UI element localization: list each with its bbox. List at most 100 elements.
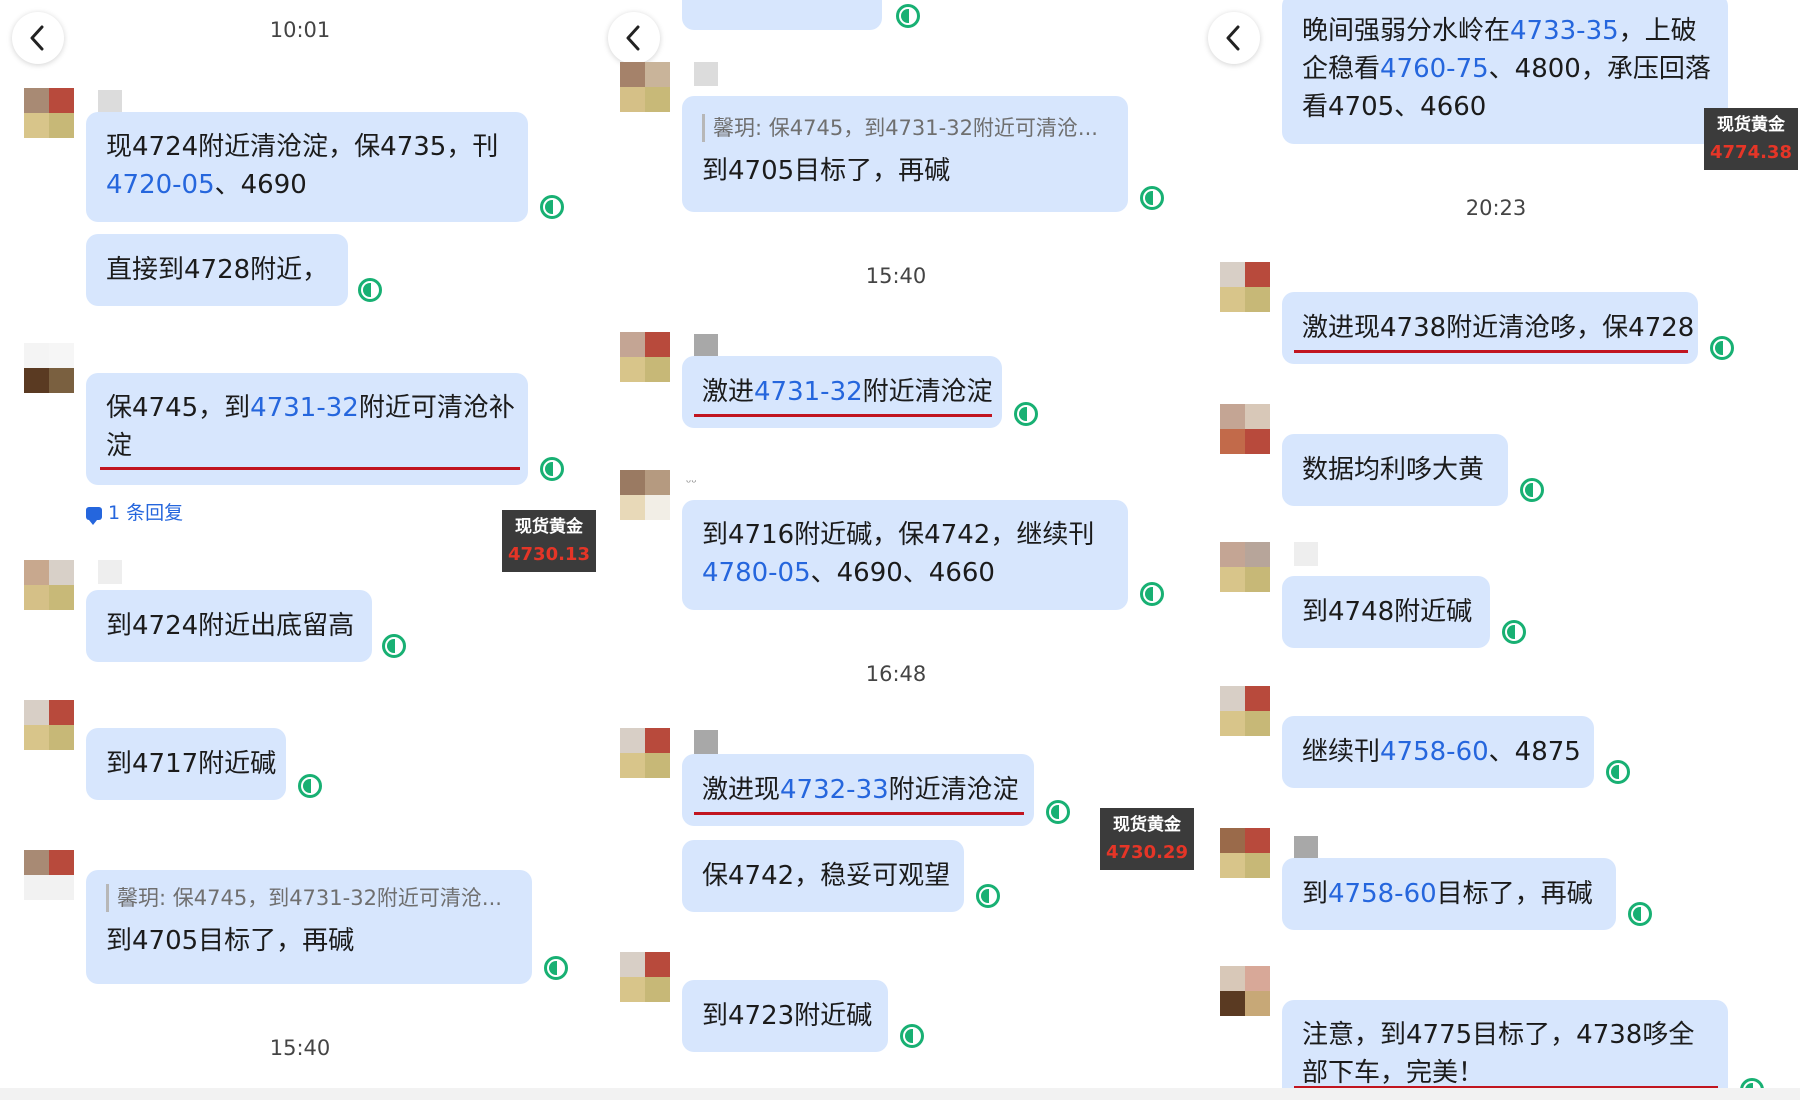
message-bubble[interactable]: 继续刊4758-60、4875 — [1282, 716, 1594, 788]
avatar[interactable] — [620, 728, 670, 778]
avatar[interactable] — [620, 62, 670, 112]
gold-price-ticker[interactable]: 现货黄金 4730.29 — [1100, 808, 1194, 870]
highlight-underline — [694, 414, 992, 417]
reply-count-link[interactable]: 1 条回复 — [86, 498, 183, 525]
back-button[interactable] — [608, 12, 660, 64]
gold-price-ticker[interactable]: 现货黄金 4730.13 — [502, 510, 596, 572]
avatar[interactable] — [1220, 828, 1270, 878]
message-bubble[interactable]: 保4742，稳妥可观望 — [682, 840, 964, 912]
avatar[interactable] — [1220, 686, 1270, 736]
price-link[interactable]: 4731-32 — [250, 393, 359, 423]
read-status-icon — [382, 634, 406, 658]
read-status-icon — [298, 774, 322, 798]
avatar[interactable] — [620, 470, 670, 520]
message-text: 附近清沧淀 — [888, 775, 1019, 805]
chevron-left-icon — [626, 25, 640, 51]
read-status-icon — [540, 195, 564, 219]
message-text: 到 — [1302, 879, 1329, 909]
avatar[interactable] — [1220, 966, 1270, 1016]
message-bubble[interactable]: 激进现4738附近清沧哆，保4728 — [1282, 292, 1698, 364]
message-bubble[interactable]: 馨玥: 保4745，到4731-32附近可清沧... 到4705目标了，再碱 — [86, 870, 532, 984]
quoted-message[interactable]: 馨玥: 保4745，到4731-32附近可清沧... — [702, 114, 1108, 142]
price-link[interactable]: 4731-32 — [754, 377, 863, 407]
gold-label: 现货黄金 — [1717, 115, 1785, 135]
timestamp: 20:23 — [1465, 196, 1527, 220]
timestamp: 10:01 — [269, 18, 331, 42]
price-link[interactable]: 4732-33 — [780, 775, 889, 805]
gold-label: 现货黄金 — [515, 517, 583, 537]
input-bar-edge — [1196, 1088, 1800, 1100]
message-bubble[interactable]: 到4723附近碱 — [682, 980, 888, 1052]
price-link[interactable]: 4758-60 — [1328, 879, 1437, 909]
avatar[interactable] — [24, 700, 74, 750]
price-link[interactable]: 4733-35 — [1510, 16, 1619, 46]
message-text: 晚间强弱分水岭在 — [1302, 16, 1511, 46]
message-bubble[interactable]: 晚间强弱分水岭在4733-35，上破 企稳看4760-75、4800，承压回落 … — [1282, 0, 1728, 144]
chevron-left-icon — [1226, 25, 1240, 51]
avatar[interactable] — [1220, 262, 1270, 312]
input-bar-edge — [596, 1088, 1196, 1100]
chat-panel-1: 10:01 现4724附近清沧淀，保4735，刊 4720-05、4690 直接… — [0, 0, 596, 1100]
message-text: 淀 — [106, 431, 133, 461]
gold-price: 4730.13 — [508, 544, 590, 565]
message-text: 保4745，到 — [106, 393, 251, 423]
quoted-message[interactable]: 馨玥: 保4745，到4731-32附近可清沧... — [106, 884, 512, 912]
message-bubble[interactable]: 激进现4732-33附近清沧淀 — [682, 754, 1034, 826]
read-status-icon — [900, 1024, 924, 1048]
message-text: 到4724附近出底留高 — [106, 611, 355, 641]
message-bubble[interactable]: 馨玥: 保4745，到4731-32附近可清沧... 到4705目标了，再碱 — [682, 96, 1128, 212]
sender-name — [98, 560, 122, 584]
chat-panel-2: 馨玥: 保4745，到4731-32附近可清沧... 到4705目标了，再碱 1… — [596, 0, 1196, 1100]
avatar[interactable] — [620, 952, 670, 1002]
message-text: 激进现4738附近清沧哆，保4728 — [1302, 313, 1695, 343]
message-bubble[interactable]: 激进4731-32附近清沧淀 — [682, 356, 1002, 428]
message-text: 、4875 — [1488, 737, 1581, 767]
message-text: 激进 — [702, 377, 755, 407]
read-status-icon — [896, 4, 920, 28]
message-text: 附近可清沧补 — [358, 393, 515, 423]
avatar[interactable] — [24, 560, 74, 610]
message-text: 注意，到4775目标了，4738哆全 — [1302, 1020, 1695, 1050]
message-bubble[interactable]: 到4716附近碱，保4742，继续刊 4780-05、4690、4660 — [682, 500, 1128, 610]
message-bubble[interactable]: 注意，到4775目标了，4738哆全 部下车，完美！ — [1282, 1000, 1728, 1100]
avatar[interactable] — [620, 332, 670, 382]
price-link[interactable]: 4780-05 — [702, 558, 811, 588]
back-button[interactable] — [1208, 12, 1260, 64]
message-bubble[interactable]: 到4758-60目标了，再碱 — [1282, 858, 1616, 930]
message-text: 直接到4728附近， — [106, 255, 329, 285]
message-bubble[interactable]: 数据均利哆大黄 — [1282, 434, 1508, 506]
message-text: 、4690 — [214, 170, 307, 200]
avatar[interactable] — [24, 88, 74, 138]
message-text: 、4690、4660 — [810, 558, 995, 588]
sender-name — [694, 334, 718, 358]
avatar[interactable] — [24, 850, 74, 900]
read-status-icon — [1140, 186, 1164, 210]
back-button[interactable] — [12, 12, 64, 64]
message-bubble[interactable]: 直接到4728附近， — [86, 234, 348, 306]
read-status-icon — [358, 278, 382, 302]
message-text: 企稳看 — [1302, 54, 1381, 84]
price-link[interactable]: 4720-05 — [106, 170, 215, 200]
timestamp: 16:48 — [865, 662, 927, 686]
gold-price-ticker[interactable]: 现货黄金 4774.38 — [1704, 108, 1798, 170]
message-bubble[interactable]: 到4717附近碱 — [86, 728, 286, 800]
avatar[interactable] — [1220, 542, 1270, 592]
message-bubble[interactable]: 现4724附近清沧淀，保4735，刊 4720-05、4690 — [86, 112, 528, 222]
read-status-icon — [1046, 800, 1070, 824]
timestamp: 15:40 — [865, 264, 927, 288]
price-link[interactable]: 4758-60 — [1380, 737, 1489, 767]
message-text: 到4717附近碱 — [106, 749, 277, 779]
sender-name — [694, 730, 718, 754]
message-bubble[interactable] — [682, 0, 882, 30]
gold-price: 4774.38 — [1710, 142, 1792, 163]
highlight-underline — [694, 812, 1024, 815]
message-bubble[interactable]: 到4748附近碱 — [1282, 576, 1490, 648]
message-text: 保4742，稳妥可观望 — [702, 861, 951, 891]
input-bar-edge — [0, 1088, 596, 1100]
message-bubble[interactable]: 到4724附近出底留高 — [86, 590, 372, 662]
sender-name — [1294, 836, 1318, 860]
price-link[interactable]: 4760-75 — [1380, 54, 1489, 84]
read-status-icon — [1140, 582, 1164, 606]
avatar[interactable] — [1220, 404, 1270, 454]
avatar[interactable] — [24, 343, 74, 393]
